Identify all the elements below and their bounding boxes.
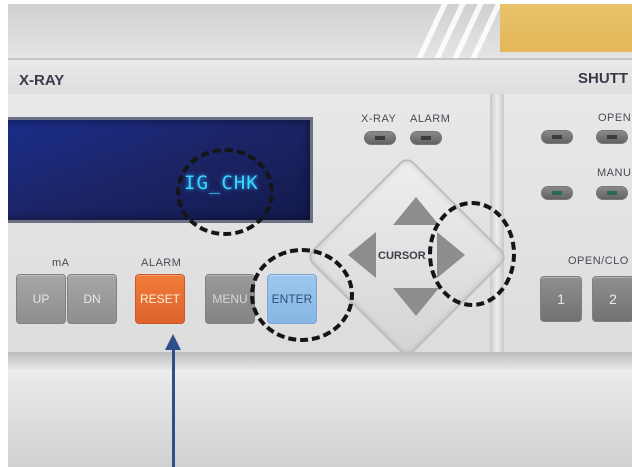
shutter-button-2[interactable]: 2 [592, 276, 632, 322]
xray-indicator-led [364, 131, 396, 145]
annotation-arrow-line [172, 348, 175, 467]
highlight-circle-display [176, 148, 274, 236]
xray-section-label: X-RAY [19, 72, 65, 89]
panel-bottom-edge [0, 352, 632, 370]
shutter-button-1[interactable]: 1 [540, 276, 582, 322]
open-indicator-led-2 [596, 130, 628, 144]
alarm-indicator-label: ALARM [410, 113, 451, 125]
alarm-indicator-led [410, 131, 442, 145]
control-panel-photo: X-RAY SHUTT IG_CHK X-RAY ALARM OPEN MANU… [0, 0, 632, 467]
lower-housing [0, 370, 632, 467]
arrow-up-icon[interactable] [393, 197, 439, 225]
ma-down-button[interactable]: DN [67, 274, 117, 324]
alarm-reset-button[interactable]: RESET [135, 274, 185, 324]
ma-up-button[interactable]: UP [16, 274, 66, 324]
section-label-strip: X-RAY SHUTT [0, 58, 632, 94]
ma-group-label: mA [52, 257, 70, 269]
radiation-warning-label [500, 0, 632, 52]
open-indicator-led-1 [541, 130, 573, 144]
image-border-top [0, 0, 632, 4]
xray-indicator-label: X-RAY [361, 113, 397, 125]
menu-button[interactable]: MENU [205, 274, 255, 324]
arrow-left-icon[interactable] [348, 232, 376, 278]
open-close-group-label: OPEN/CLO [568, 255, 629, 267]
alarm-group-label: ALARM [141, 257, 182, 269]
cursor-pad-label: CURSOR [378, 250, 426, 262]
open-indicator-label: OPEN [598, 112, 632, 124]
shutter-section-label: SHUTT [578, 70, 628, 87]
manual-indicator-led-2 [596, 186, 628, 200]
highlight-circle-enter [250, 248, 354, 342]
arrow-down-icon[interactable] [393, 288, 439, 316]
highlight-circle-cursor-right [428, 201, 516, 307]
manual-indicator-led-1 [541, 186, 573, 200]
image-border-left [0, 0, 8, 467]
manual-indicator-label: MANU [597, 167, 632, 179]
